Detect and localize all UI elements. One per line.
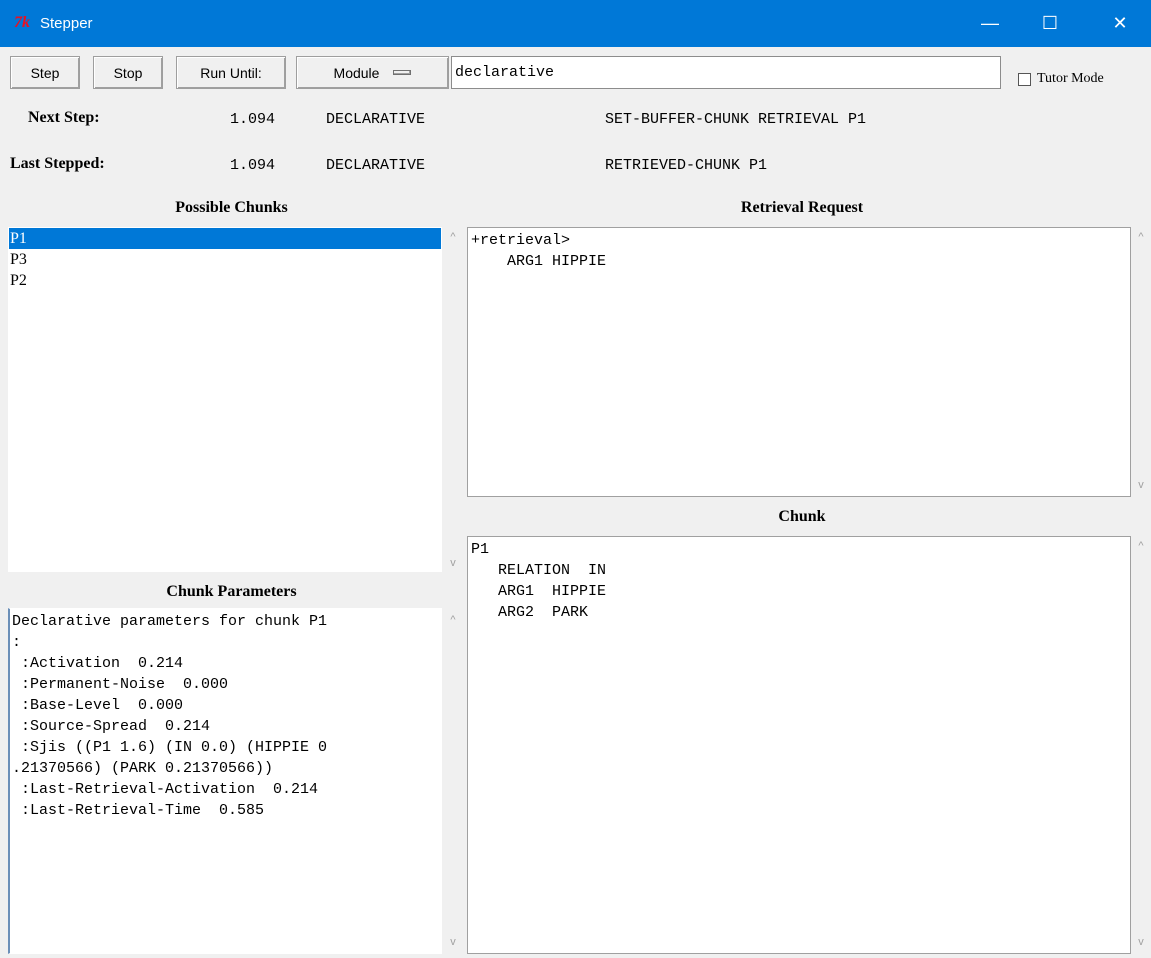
next-step-label: Next Step:: [28, 109, 100, 126]
maximize-icon: ☐: [1041, 13, 1059, 33]
scroll-up-icon[interactable]: ^: [447, 614, 459, 626]
tutor-mode-label: Tutor Mode: [1037, 71, 1104, 86]
checkbox-box[interactable]: [1018, 72, 1031, 86]
last-stepped-module: DECLARATIVE: [326, 157, 426, 174]
title-bar: 7k Stepper — ☐ ✕: [0, 0, 1151, 47]
scroll-down-icon[interactable]: v: [447, 557, 459, 569]
chunk-parameters-scrollbar[interactable]: ^ v: [443, 608, 463, 954]
possible-chunks-list[interactable]: P1 P3 P2: [8, 227, 442, 572]
option-indicator-icon: [393, 70, 412, 75]
retrieval-request-text[interactable]: +retrieval> ARG1 HIPPIE: [467, 227, 1131, 497]
scroll-down-icon[interactable]: v: [1135, 479, 1147, 491]
close-icon: ✕: [1112, 13, 1128, 33]
tutor-mode-checkbox[interactable]: Tutor Mode: [1018, 71, 1104, 87]
scroll-up-icon[interactable]: ^: [447, 231, 459, 243]
chunk-list-item[interactable]: P3: [9, 249, 441, 270]
next-step-action: SET-BUFFER-CHUNK RETRIEVAL P1: [605, 111, 867, 128]
chunk-scrollbar[interactable]: ^ v: [1131, 536, 1151, 954]
chunk-content: P1 RELATION IN ARG1 HIPPIE ARG2 PARK: [471, 541, 607, 621]
scroll-up-icon[interactable]: ^: [1135, 540, 1147, 552]
chunk-text[interactable]: P1 RELATION IN ARG1 HIPPIE ARG2 PARK: [467, 536, 1131, 954]
run-until-button[interactable]: Run Until:: [176, 56, 286, 89]
close-button[interactable]: ✕: [1097, 0, 1143, 47]
chunk-parameters-title: Chunk Parameters: [166, 583, 297, 600]
run-until-entry[interactable]: declarative: [451, 56, 1001, 89]
stop-button[interactable]: Stop: [93, 56, 163, 89]
scroll-up-icon[interactable]: ^: [1135, 231, 1147, 243]
module-menubutton[interactable]: Module: [296, 56, 449, 89]
last-stepped-action: RETRIEVED-CHUNK P1: [605, 157, 768, 174]
chunk-list-item[interactable]: P1: [9, 228, 441, 249]
tk-app-icon: 7k: [14, 14, 30, 31]
possible-chunks-scrollbar[interactable]: ^ v: [443, 227, 463, 572]
possible-chunks-title: Possible Chunks: [175, 199, 288, 216]
next-step-module: DECLARATIVE: [326, 111, 426, 128]
last-stepped-time: 1.094: [230, 157, 276, 174]
module-menubutton-label: Module: [333, 64, 380, 81]
scroll-down-icon[interactable]: v: [1135, 936, 1147, 948]
chunk-list-item[interactable]: P2: [9, 270, 441, 291]
minimize-button[interactable]: —: [967, 0, 1013, 47]
scroll-down-icon[interactable]: v: [447, 936, 459, 948]
last-stepped-label: Last Stepped:: [10, 155, 105, 172]
minimize-icon: —: [981, 13, 999, 33]
window-title: Stepper: [40, 15, 93, 32]
maximize-button[interactable]: ☐: [1027, 0, 1073, 47]
chunk-parameters-content: Declarative parameters for chunk P1 : :A…: [12, 613, 328, 819]
chunk-title: Chunk: [778, 508, 826, 525]
chunk-parameters-text[interactable]: Declarative parameters for chunk P1 : :A…: [8, 608, 442, 954]
retrieval-request-content: +retrieval> ARG1 HIPPIE: [471, 232, 607, 270]
next-step-time: 1.094: [230, 111, 276, 128]
retrieval-request-scrollbar[interactable]: ^ v: [1131, 227, 1151, 497]
retrieval-request-title: Retrieval Request: [740, 199, 864, 216]
step-button[interactable]: Step: [10, 56, 80, 89]
